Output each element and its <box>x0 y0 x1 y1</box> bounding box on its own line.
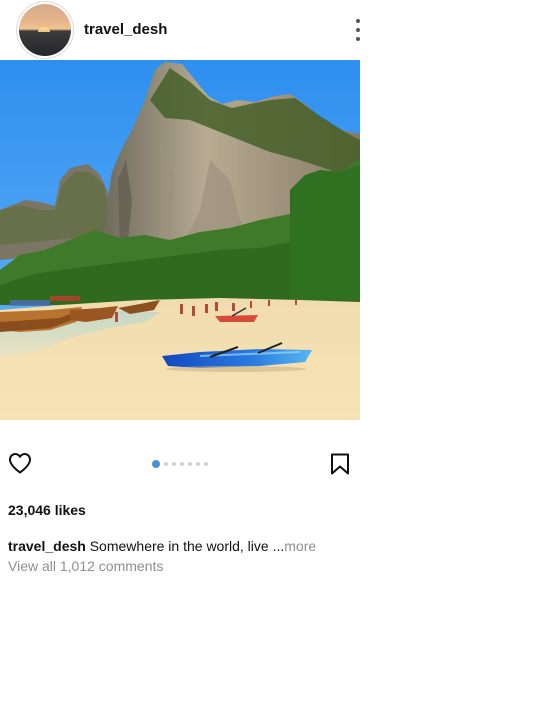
caption-text: Somewhere in the world, live ... <box>89 538 285 554</box>
carousel-dot <box>164 462 168 466</box>
more-options-icon[interactable] <box>350 18 364 42</box>
carousel-dot-active <box>152 460 160 468</box>
carousel-dot <box>172 462 176 466</box>
instagram-post: travel_desh 23,046 likes travel_desh Som… <box>0 0 360 574</box>
carousel-dot <box>196 462 200 466</box>
post-actions <box>0 445 360 481</box>
like-count[interactable]: 23,046 likes <box>8 502 86 518</box>
bookmark-icon[interactable] <box>330 453 350 475</box>
post-photo[interactable] <box>0 60 360 420</box>
caption-username[interactable]: travel_desh <box>8 538 86 554</box>
post-caption: travel_desh Somewhere in the world, live… <box>8 538 316 554</box>
heart-icon[interactable] <box>8 452 32 474</box>
caption-more-link[interactable]: more <box>284 538 316 554</box>
carousel-indicator <box>152 460 208 468</box>
post-username[interactable]: travel_desh <box>84 21 167 39</box>
carousel-dot <box>180 462 184 466</box>
post-header: travel_desh <box>0 0 360 60</box>
view-comments-link[interactable]: View all 1,012 comments <box>8 558 163 574</box>
beach-photo <box>0 60 360 420</box>
carousel-dot <box>188 462 192 466</box>
carousel-dot <box>204 462 208 466</box>
avatar[interactable] <box>16 1 74 59</box>
